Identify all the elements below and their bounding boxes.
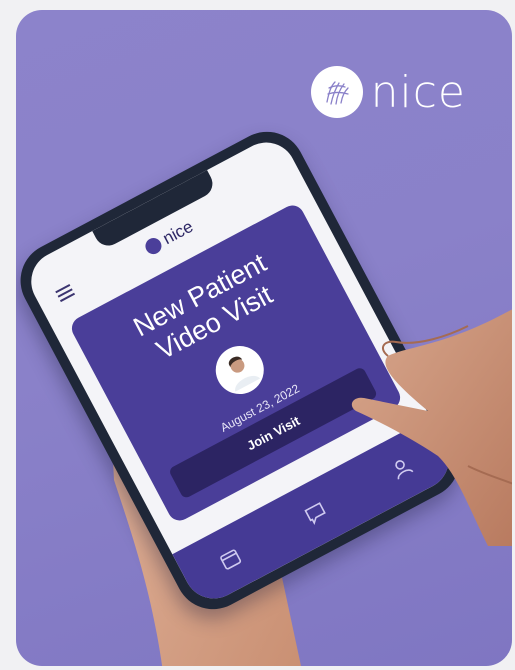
app-logo-mark-icon [142, 235, 165, 257]
right-hand-illustration [351, 309, 512, 546]
doctor-avatar [207, 337, 273, 403]
hero-image-card: nice nice New Patient Video Visit August… [16, 10, 512, 666]
phone-scene: nice New Patient Video Visit August 23, … [16, 10, 512, 666]
chat-icon[interactable] [301, 498, 331, 528]
hamburger-menu-icon[interactable] [55, 283, 76, 305]
calendar-icon[interactable] [215, 544, 245, 574]
app-logo-text: nice [159, 216, 197, 249]
